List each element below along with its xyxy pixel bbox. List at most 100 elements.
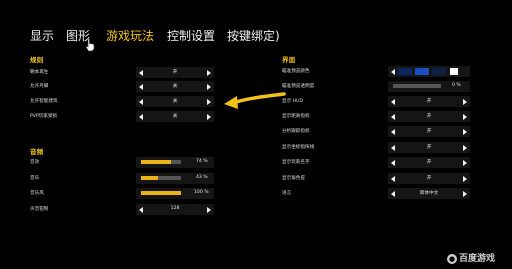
setting-row: 显示距离指标 开 (282, 111, 470, 122)
arrow-left-icon[interactable] (391, 68, 395, 75)
setting-label: 瞄准预览透明度 (282, 84, 315, 89)
arrow-right-icon[interactable] (463, 144, 467, 151)
watermark-text: 百度游戏 (459, 254, 496, 264)
arrow-right-icon[interactable] (207, 83, 211, 90)
option-value: 开 (426, 114, 432, 119)
setting-row: 朝本再生 开 (30, 67, 214, 78)
volume-slider[interactable]: 100 % (136, 188, 214, 199)
option-selector[interactable]: 关 (136, 96, 214, 107)
tab-display[interactable]: 显示 (30, 28, 54, 44)
arrow-right-icon[interactable] (463, 98, 467, 105)
setting-label: 音效 (30, 160, 40, 165)
arrow-right-icon[interactable] (207, 98, 211, 105)
slider-track[interactable] (141, 191, 181, 195)
setting-row: 语言 简体中文 (282, 188, 470, 199)
audio-section-title: 音频 (30, 148, 44, 156)
option-value: 开 (426, 160, 432, 165)
option-value: 开 (426, 99, 432, 104)
option-value: 开 (172, 70, 178, 75)
slider-value: 43 % (196, 175, 208, 180)
option-selector[interactable]: 开 (388, 96, 470, 107)
option-value: 简体中文 (419, 191, 439, 196)
option-value: 128 (170, 206, 180, 211)
slider-value: 0 % (452, 83, 461, 88)
setting-row: 显示角色提 开 (282, 173, 470, 184)
setting-row: 声音钳制 128 (30, 204, 214, 215)
arrow-right-icon[interactable] (463, 175, 467, 182)
option-value: 关 (172, 114, 178, 119)
option-selector[interactable]: 开 (388, 173, 470, 184)
option-selector[interactable]: 开 (136, 67, 214, 78)
arrow-right-icon[interactable] (207, 113, 211, 120)
slider-track[interactable] (141, 176, 181, 180)
setting-row: 允许丹脚 关 (30, 81, 214, 92)
setting-row: PVP玩家受损 关 (30, 111, 214, 122)
option-value: 开 (426, 176, 432, 181)
volume-slider[interactable]: 43 % (136, 173, 214, 184)
setting-label: 朝本再生 (30, 70, 49, 75)
setting-label: 显示坐标指挥线 (282, 145, 315, 150)
slider-track[interactable] (141, 160, 181, 164)
option-selector[interactable]: 关 (136, 81, 214, 92)
setting-label: 显示角色提 (282, 176, 305, 181)
setting-label: PVP玩家受损 (30, 114, 58, 119)
arrow-right-icon[interactable] (463, 159, 467, 166)
slider-value: 100 % (194, 190, 209, 195)
setting-label: 允许丹脚 (30, 84, 49, 89)
slider-value: 74 % (196, 159, 208, 164)
option-value: 关 (172, 99, 178, 104)
top-navigation: 显示 图形 游戏玩法 控制设置 按键绑定) (0, 0, 512, 52)
tab-controls[interactable]: 控制设置 (167, 28, 215, 44)
opacity-slider[interactable]: 0 % (388, 81, 470, 92)
slider-row: 音乐 43 % (30, 173, 214, 184)
slider-track[interactable] (393, 84, 441, 88)
option-selector[interactable]: 开 (388, 111, 470, 122)
language-selector[interactable]: 简体中文 (388, 188, 470, 199)
slider-fill (141, 176, 159, 180)
setting-label: 音乐风 (30, 191, 44, 196)
setting-label: 允许智能建筑 (30, 99, 58, 104)
option-value: 开 (426, 129, 432, 134)
slider-row: 瞄准预览透明度 0 % (282, 81, 470, 92)
rules-section-title: 规则 (30, 56, 44, 64)
volume-slider[interactable]: 74 % (136, 157, 214, 168)
annotation-arrow-icon (224, 92, 286, 109)
color-swatch[interactable] (398, 68, 412, 75)
color-selector[interactable] (388, 66, 470, 77)
setting-row: 显示 HUD 开 (282, 96, 470, 107)
color-swatch[interactable] (415, 68, 429, 75)
setting-label: 显示距离指标 (282, 114, 310, 119)
slider-row: 音效 74 % (30, 157, 214, 168)
arrow-right-icon[interactable] (207, 69, 211, 76)
setting-label: 瞄准预览颜色 (282, 69, 310, 74)
arrow-right-icon[interactable] (463, 190, 467, 197)
interface-section-title: 界面 (282, 56, 296, 64)
tab-gameplay[interactable]: 游戏玩法 (106, 28, 154, 44)
setting-row: 显示玩家名字 开 (282, 157, 470, 168)
option-selector[interactable]: 128 (136, 204, 214, 215)
setting-label: 显示玩家名字 (282, 160, 310, 165)
arrow-right-icon[interactable] (463, 113, 467, 120)
arrow-right-icon[interactable] (207, 206, 211, 213)
option-selector[interactable]: 关 (136, 111, 214, 122)
watermark: ● 百度游戏 (447, 251, 495, 264)
setting-label: 音乐 (30, 176, 40, 181)
setting-label: 语言 (282, 191, 292, 196)
option-selector[interactable]: 开 (388, 126, 470, 137)
setting-row: 分析跟踪指标 开 (282, 126, 470, 137)
color-swatch[interactable] (450, 68, 458, 75)
setting-row: 允许智能建筑 关 (30, 96, 214, 107)
baidu-paw-icon: ● (447, 253, 457, 264)
option-selector[interactable]: 开 (388, 157, 470, 168)
option-value: 关 (172, 84, 178, 89)
tab-keybindings[interactable]: 按键绑定) (227, 28, 280, 44)
arrow-right-icon[interactable] (463, 128, 467, 135)
color-row: 瞄准预览颜色 (282, 66, 470, 77)
slider-fill (141, 191, 181, 195)
slider-row: 音乐风 100 % (30, 188, 214, 199)
option-selector[interactable]: 开 (388, 142, 470, 153)
hand-cursor-icon (85, 38, 95, 52)
slider-fill (141, 160, 171, 164)
color-swatch[interactable] (432, 68, 446, 75)
setting-label: 分析跟踪指标 (282, 129, 310, 134)
